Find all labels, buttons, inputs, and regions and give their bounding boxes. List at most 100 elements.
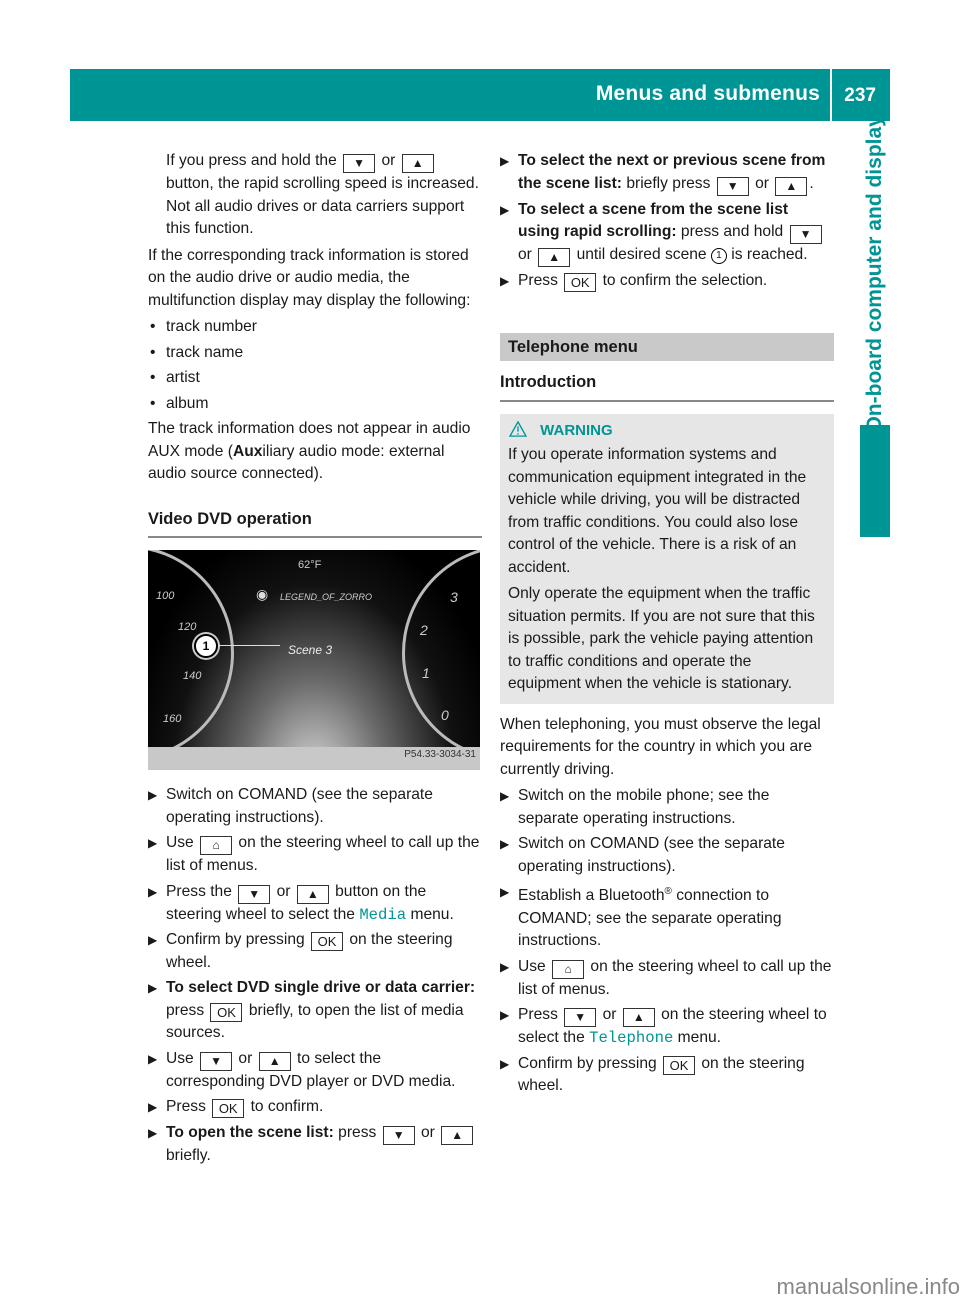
text: or	[518, 246, 532, 263]
text: or	[755, 174, 769, 192]
ok-key-icon: OK	[311, 932, 344, 951]
text: Use	[166, 1049, 194, 1067]
step-item: ▶ Establish a Bluetooth® connection to CO…	[500, 881, 834, 953]
text: If you press and hold the	[166, 152, 337, 169]
step-item: ▶ Use ⌂ on the steering wheel to call up …	[148, 832, 482, 878]
step-arrow-icon: ▶	[500, 885, 510, 899]
text: Switch on COMAND (see the separate opera…	[518, 835, 785, 875]
speed-label: 160	[163, 713, 182, 725]
instrument-cluster-figure: 62°F ◉ LEGEND_OF_ZORRO 100 120 140 160 3…	[148, 550, 480, 770]
callout-line	[218, 645, 280, 646]
step-item: ▶ Press ▼ or ▲ on the steering wheel to s…	[500, 1004, 834, 1050]
step-item: ▶ Switch on COMAND (see the separate oper…	[500, 833, 834, 878]
text: briefly press	[626, 174, 711, 192]
disc-title: LEGEND_OF_ZORRO	[280, 592, 373, 602]
speed-label: 100	[156, 590, 175, 602]
step-arrow-icon: ▶	[500, 202, 510, 217]
step-item: ▶ Press the ▼ or ▲ button on the steering…	[148, 881, 482, 927]
rpm-label: 2	[420, 622, 428, 638]
text: Press	[518, 272, 558, 289]
up-key-icon: ▲	[401, 154, 434, 173]
down-key-icon: ▼	[564, 1008, 597, 1028]
step-arrow-icon: ▶	[148, 836, 158, 850]
rpm-label: 1	[422, 665, 430, 681]
right-column: ▶ To select the next or previous scene fr…	[500, 150, 834, 1101]
step-item: ▶ To open the scene list: press ▼ or ▲ br…	[148, 1122, 482, 1168]
text: Use	[166, 834, 194, 851]
ok-key-icon: OK	[663, 1055, 696, 1075]
text: or	[381, 152, 396, 169]
step-arrow-icon: ▶	[500, 837, 510, 851]
step-arrow-icon: ▶	[500, 959, 510, 974]
callout-marker: 1	[194, 634, 218, 658]
list-item: track name	[148, 342, 482, 365]
track-info-paragraph: If the corresponding track information i…	[148, 246, 471, 309]
text: press and hold	[680, 223, 784, 240]
registered-mark: ®	[664, 886, 672, 897]
list-item: artist	[148, 367, 482, 390]
home-key-icon: ⌂	[200, 836, 233, 855]
down-key-icon: ▼	[200, 1051, 233, 1071]
side-tab-label: On-board computer and displays	[863, 103, 886, 433]
up-key-icon: ▲	[538, 248, 571, 267]
ok-key-icon: OK	[564, 273, 597, 292]
warning-box: WARNING If you operate information syste…	[500, 413, 834, 704]
up-key-icon: ▲	[296, 884, 329, 904]
step-item: ▶ Confirm by pressing OK on the steering …	[148, 929, 482, 974]
warning-label: WARNING	[540, 421, 613, 439]
rpm-label: 0	[441, 707, 449, 723]
text: menu.	[677, 1029, 722, 1047]
callout-1-icon: 1	[710, 248, 727, 264]
menu-name-media: Media	[359, 905, 407, 924]
ok-key-icon: OK	[212, 1099, 245, 1118]
text: Confirm by pressing	[166, 931, 305, 948]
legal-paragraph: When telephoning, you must observe the l…	[500, 715, 821, 778]
temperature-readout: 62°F	[298, 559, 322, 571]
text: Switch on COMAND (see the separate opera…	[166, 786, 433, 826]
section-heading-video-dvd: Video DVD operation	[148, 508, 482, 538]
intro-paragraph: If you press and hold the ▼ or ▲ button,…	[148, 150, 482, 241]
scene-label: Scene 3	[288, 643, 333, 657]
step-item: ▶ Use ▼ or ▲ to select the corresponding …	[148, 1048, 482, 1094]
header-title: Menus and submenus	[595, 82, 820, 105]
up-key-icon: ▲	[622, 1008, 655, 1028]
text: until desired scene	[576, 246, 707, 263]
warning-triangle-icon	[508, 420, 528, 437]
text: .	[809, 174, 814, 192]
step-arrow-icon: ▶	[148, 933, 158, 947]
text: or	[602, 1006, 617, 1024]
step-arrow-icon: ▶	[148, 1051, 158, 1066]
text: is reached.	[731, 246, 808, 263]
step-arrow-icon: ▶	[500, 154, 510, 168]
step-item: ▶ Press OK to confirm the selection.	[500, 270, 834, 293]
text: briefly.	[166, 1146, 211, 1164]
text: menu.	[410, 905, 454, 923]
text: Press	[166, 1098, 206, 1115]
list-item: track number	[148, 316, 482, 339]
watermark[interactable]: manualsonline.info	[777, 1274, 960, 1300]
down-key-icon: ▼	[716, 176, 749, 196]
step-item: ▶ To select a scene from the scene list u…	[500, 199, 834, 267]
step-arrow-icon: ▶	[148, 788, 158, 802]
page-header: Menus and submenus 237	[70, 69, 890, 121]
up-key-icon: ▲	[258, 1051, 291, 1071]
text: button, the rapid scrolling speed is inc…	[166, 175, 479, 237]
up-key-icon: ▲	[775, 176, 808, 196]
step-arrow-icon: ▶	[500, 1008, 510, 1023]
step-item: ▶ Use ⌂ on the steering wheel to call up …	[500, 956, 834, 1002]
section-bar-telephone-menu: Telephone menu	[500, 332, 834, 361]
disc-icon: ◉	[256, 586, 269, 602]
step-item: ▶ Switch on COMAND (see the separate oper…	[148, 784, 482, 829]
ok-key-icon: OK	[210, 1002, 243, 1022]
bold-text: To open the scene list:	[166, 1123, 334, 1141]
header-separator	[830, 69, 832, 121]
step-arrow-icon: ▶	[148, 1100, 158, 1114]
left-column: If you press and hold the ▼ or ▲ button,…	[148, 150, 482, 1170]
step-arrow-icon: ▶	[500, 789, 510, 803]
warning-header: WARNING	[508, 420, 826, 443]
text: or	[238, 1049, 253, 1067]
aux-paragraph: The track information does not appear in…	[148, 418, 482, 486]
step-arrow-icon: ▶	[148, 981, 158, 995]
text: Establish a Bluetooth	[518, 887, 665, 905]
text: to confirm.	[250, 1098, 324, 1115]
